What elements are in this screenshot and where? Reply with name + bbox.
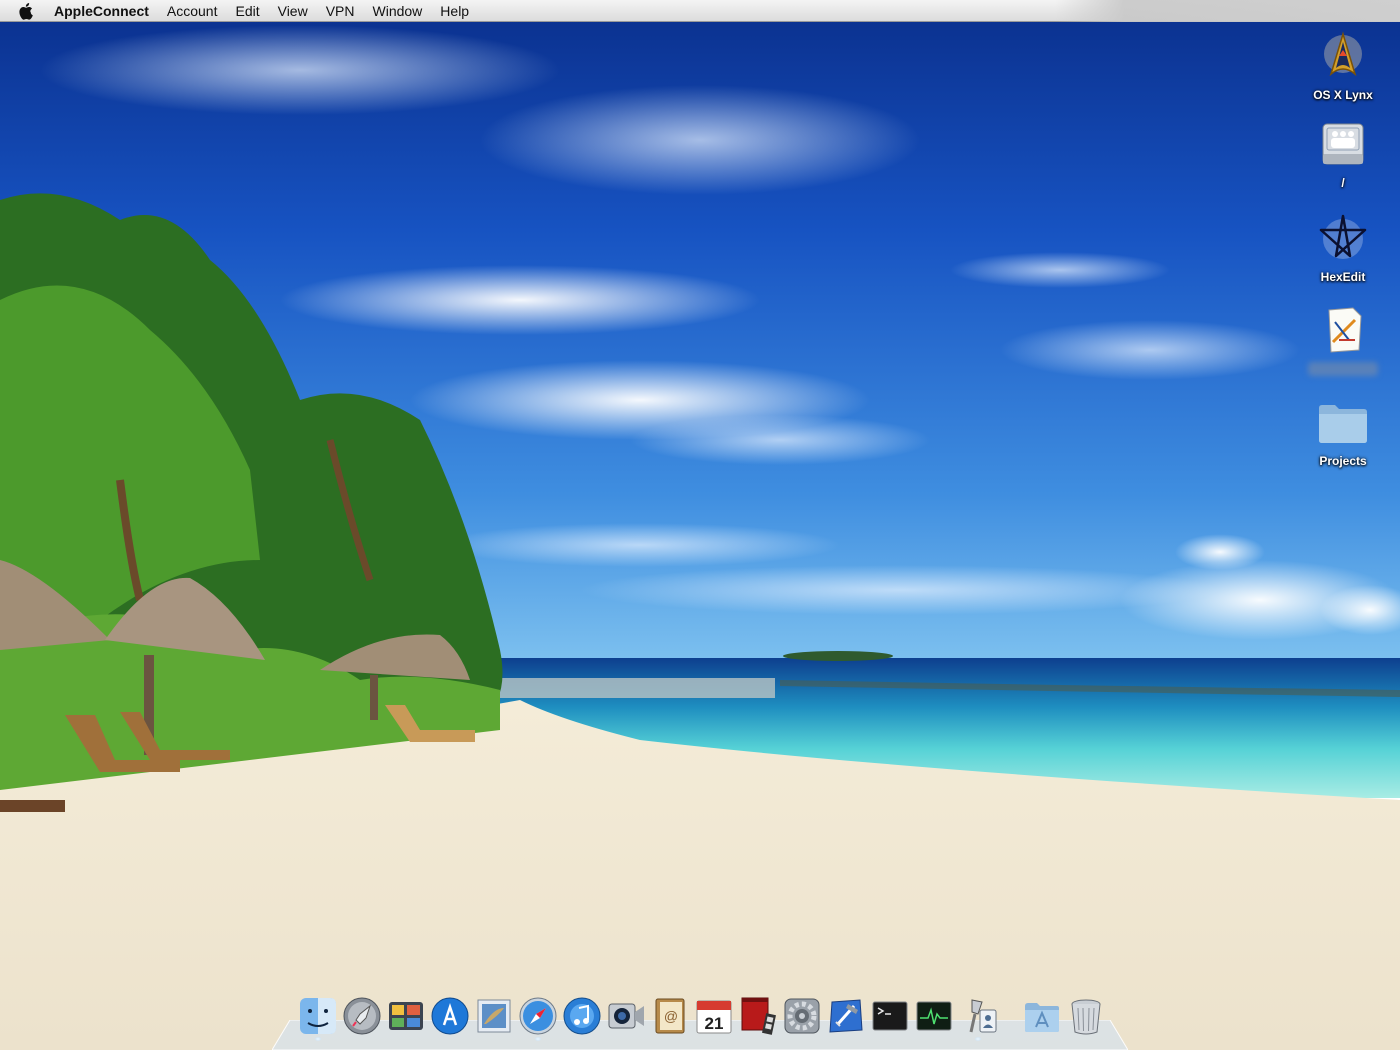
desktop-icon-projects[interactable]: Projects [1298, 396, 1388, 468]
desktop-icon-label: Projects [1319, 454, 1367, 468]
desktop-icon-label: / [1341, 176, 1345, 190]
applications-folder-icon [1025, 1003, 1059, 1032]
dock-activity-monitor[interactable] [914, 996, 954, 1036]
system-preferences-icon [784, 998, 820, 1034]
dock-applications-folder[interactable] [1022, 996, 1062, 1036]
dock: @ 21 [272, 993, 1128, 1050]
dock-launchpad[interactable] [342, 996, 382, 1036]
calendar-icon: 21 [696, 1000, 732, 1034]
dock-app-store[interactable] [430, 996, 470, 1036]
dock-directory-utility[interactable] [958, 996, 998, 1041]
dock-dashboard[interactable] [386, 996, 426, 1036]
menu-help[interactable]: Help [431, 0, 478, 22]
dock-ical[interactable]: 21 [694, 996, 734, 1036]
running-indicator [315, 1037, 321, 1041]
desktop-icon-hexedit[interactable]: HexEdit [1298, 212, 1388, 284]
dashboard-icon [389, 1002, 423, 1030]
dock-trash[interactable] [1066, 996, 1106, 1036]
facetime-icon [608, 1003, 644, 1029]
dock-terminal[interactable] [870, 996, 910, 1036]
menu-bar: AppleConnect Account Edit View VPN Windo… [0, 0, 1400, 22]
launchpad-icon [343, 997, 381, 1035]
desktop-icon-network-drive[interactable]: / [1298, 118, 1388, 190]
desktop-icon-label-blurred [1308, 362, 1378, 376]
running-indicator [975, 1037, 981, 1041]
terminal-icon [872, 1001, 908, 1031]
address-book-icon: @ [655, 998, 685, 1034]
dock-system-preferences[interactable] [782, 996, 822, 1036]
dock-xcode[interactable] [826, 996, 866, 1036]
folder-icon [1315, 396, 1371, 452]
svg-text:@: @ [664, 1008, 678, 1024]
dock-safari[interactable] [518, 996, 558, 1041]
desktop-icon-os-x-lynx[interactable]: OS X Lynx [1298, 30, 1388, 102]
menu-app-name[interactable]: AppleConnect [50, 0, 158, 22]
menu-account[interactable]: Account [158, 0, 227, 22]
running-indicator [535, 1037, 541, 1041]
dock-finder[interactable] [298, 996, 338, 1041]
dock-mail[interactable] [474, 996, 514, 1036]
menu-vpn[interactable]: VPN [317, 0, 364, 22]
directory-utility-icon [969, 999, 997, 1033]
photo-booth-icon [741, 997, 776, 1035]
menu-view[interactable]: View [269, 0, 317, 22]
desktop-icon-label: OS X Lynx [1313, 88, 1373, 102]
app-store-icon [431, 997, 469, 1035]
dock-address-book[interactable]: @ [650, 996, 690, 1036]
starfleet-insignia-icon [1315, 30, 1371, 86]
menu-window[interactable]: Window [364, 0, 432, 22]
calendar-date: 21 [705, 1014, 724, 1033]
beach-wallpaper [0, 0, 1400, 1050]
dock-facetime[interactable] [606, 996, 646, 1036]
trash-icon [1071, 999, 1101, 1035]
xcode-icon [829, 999, 863, 1033]
desktop-icon-app-document[interactable] [1298, 302, 1388, 376]
dock-itunes[interactable] [562, 996, 602, 1036]
dock-photo-booth[interactable] [738, 996, 778, 1036]
itunes-icon [563, 997, 601, 1035]
mail-icon [477, 999, 511, 1033]
desktop[interactable]: AppleConnect Account Edit View VPN Windo… [0, 0, 1400, 1050]
pentagram-icon [1315, 212, 1371, 268]
status-area-blurred [1055, 0, 1400, 22]
menu-edit[interactable]: Edit [226, 0, 268, 22]
apple-logo-icon[interactable] [16, 0, 38, 22]
safari-icon [519, 997, 557, 1035]
desktop-icon-label: HexEdit [1320, 270, 1366, 284]
finder-icon [300, 998, 336, 1034]
network-drive-icon [1315, 118, 1371, 174]
app-document-icon [1315, 302, 1371, 358]
activity-monitor-icon [916, 1001, 952, 1031]
